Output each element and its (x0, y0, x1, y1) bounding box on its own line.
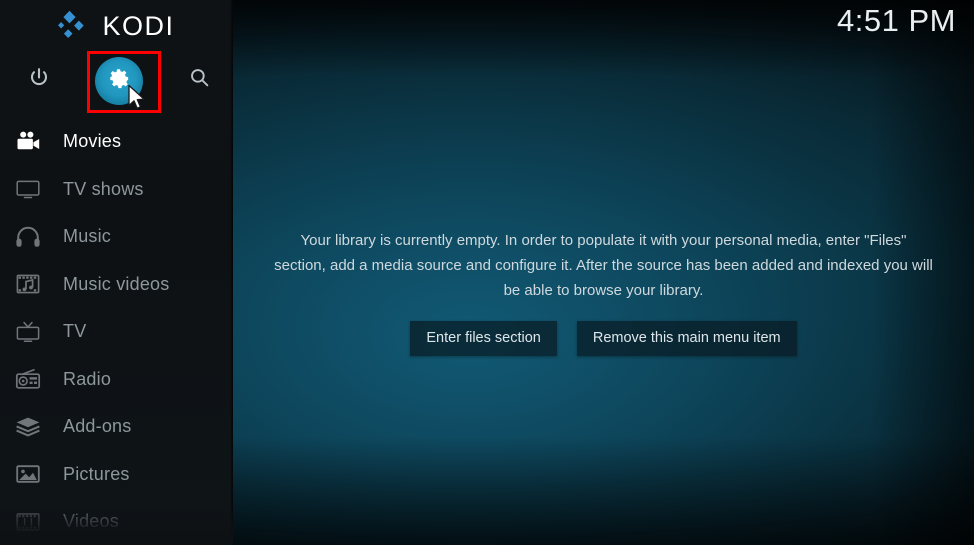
addon-box-icon (12, 413, 44, 441)
sidebar-item-label: Music videos (63, 273, 170, 294)
kodi-logo-icon (58, 10, 92, 42)
sidebar-item-label: TV (63, 321, 87, 342)
empty-library-actions: Enter files section Remove this main men… (233, 321, 974, 356)
sidebar-item-radio[interactable]: Radio (0, 356, 233, 404)
empty-library-panel: Your library is currently empty. In orde… (233, 228, 974, 356)
empty-library-message: Your library is currently empty. In orde… (274, 232, 933, 299)
app-title: KODI (102, 10, 175, 41)
sidebar-item-label: Add-ons (63, 416, 132, 437)
headphones-icon (12, 223, 44, 251)
tv-monitor-icon (12, 175, 44, 203)
sidebar-item-label: Pictures (63, 463, 130, 484)
movie-camera-icon (12, 128, 44, 156)
sidebar-item-tv[interactable]: TV (0, 308, 233, 356)
settings-button[interactable] (95, 57, 143, 105)
sidebar-item-tv-shows[interactable]: TV shows (0, 166, 233, 214)
search-icon (188, 66, 211, 94)
sidebar-item-label: Videos (63, 511, 119, 532)
sidebar-item-label: Music (63, 226, 112, 247)
sidebar-item-label: Movies (63, 131, 122, 152)
tv-antenna-icon (12, 318, 44, 346)
enter-files-section-button[interactable]: Enter files section (410, 321, 557, 356)
sidebar-item-music[interactable]: Music (0, 213, 233, 261)
sidebar-item-videos[interactable]: Videos (0, 498, 233, 545)
sidebar-item-music-videos[interactable]: Music videos (0, 261, 233, 309)
sidebar: KODI Movies TV shows Music Music videos … (0, 0, 233, 545)
sidebar-item-movies[interactable]: Movies (0, 118, 233, 166)
film-note-icon (12, 270, 44, 298)
sidebar-item-pictures[interactable]: Pictures (0, 451, 233, 499)
gear-icon (108, 67, 131, 95)
sidebar-item-label: TV shows (63, 178, 144, 199)
sidebar-item-label: Radio (63, 368, 112, 389)
sidebar-item-add-ons[interactable]: Add-ons (0, 403, 233, 451)
power-icon (27, 66, 51, 95)
kodi-window: 4:51 PM Your library is currently empty.… (0, 0, 974, 545)
search-button[interactable] (182, 63, 216, 97)
radio-icon (12, 365, 44, 393)
picture-frame-icon (12, 460, 44, 488)
remove-main-menu-item-button[interactable]: Remove this main menu item (576, 321, 797, 356)
power-button[interactable] (22, 63, 56, 97)
film-strip-icon (12, 508, 44, 536)
clock: 4:51 PM (837, 3, 956, 38)
app-logo: KODI (0, 6, 233, 46)
sidebar-menu: Movies TV shows Music Music videos TV Ra… (0, 118, 233, 545)
